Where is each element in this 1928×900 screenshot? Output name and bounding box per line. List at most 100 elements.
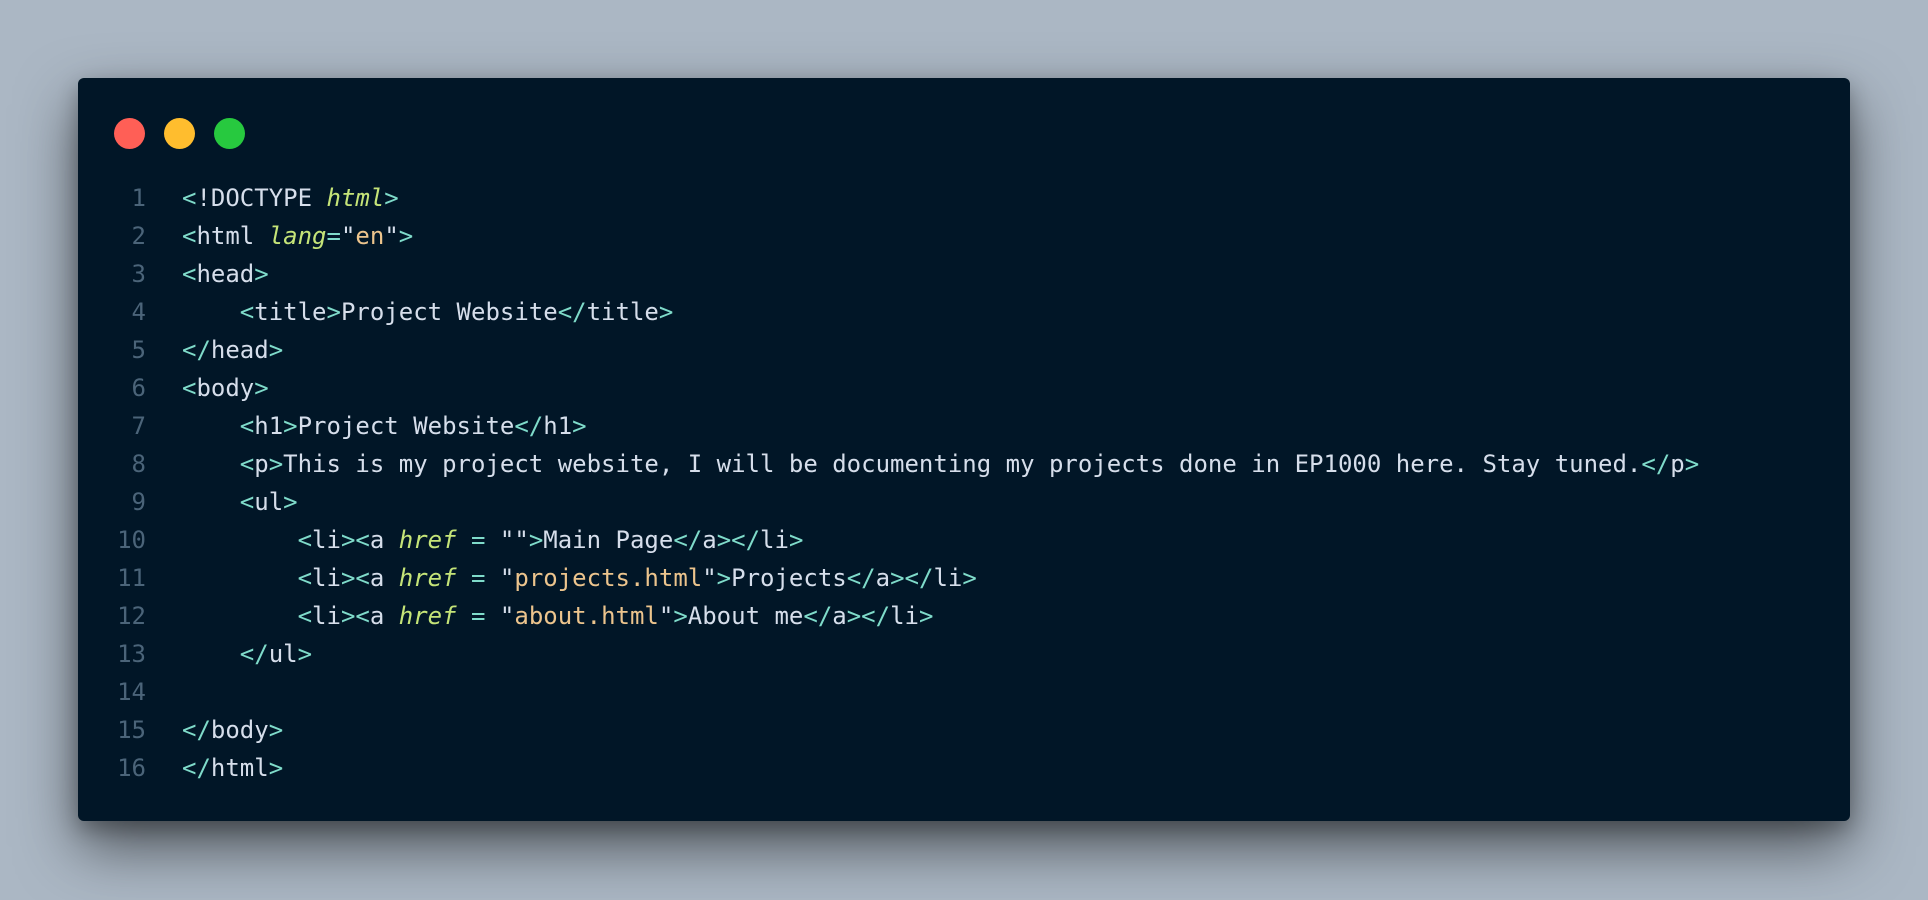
line-source[interactable]: <p>This is my project website, I will be… bbox=[182, 445, 1850, 483]
line-source[interactable]: </html> bbox=[182, 749, 1850, 787]
code-token: html bbox=[196, 222, 269, 250]
code-token: " bbox=[499, 564, 515, 592]
code-token: > bbox=[268, 336, 284, 364]
code-line: 3 <head> bbox=[78, 255, 1850, 293]
code-token: a bbox=[369, 526, 399, 554]
code-token: > bbox=[384, 184, 399, 212]
code-token: > bbox=[326, 298, 341, 326]
code-line: 12 <li><a href = "about.html">About me</… bbox=[78, 597, 1850, 635]
line-number: 5 bbox=[131, 336, 146, 364]
code-token: > bbox=[572, 412, 587, 440]
line-source[interactable]: </head> bbox=[182, 331, 1850, 369]
code-token: head bbox=[196, 260, 255, 288]
code-token: !DOCTYPE bbox=[196, 184, 327, 212]
window-controls bbox=[114, 118, 245, 150]
line-source[interactable]: <li><a href = "">Main Page</a></li> bbox=[182, 521, 1850, 559]
line-number: 12 bbox=[117, 602, 146, 630]
line-source[interactable]: </body> bbox=[182, 711, 1850, 749]
code-token: < bbox=[297, 526, 313, 554]
code-token: ul bbox=[268, 640, 298, 668]
code-token: < bbox=[239, 412, 255, 440]
code-token: html bbox=[210, 754, 269, 782]
code-token: = bbox=[326, 222, 341, 250]
line-source[interactable]: <li><a href = "projects.html">Projects</… bbox=[182, 559, 1850, 597]
line-number: 16 bbox=[117, 754, 146, 782]
line-source[interactable] bbox=[182, 673, 1850, 711]
code-token: < bbox=[239, 298, 255, 326]
code-token: >< bbox=[340, 526, 370, 554]
code-line: 6 <body> bbox=[78, 369, 1850, 407]
code-token: en bbox=[355, 222, 385, 250]
code-token: </ bbox=[803, 602, 833, 630]
line-number: 8 bbox=[131, 450, 146, 478]
code-line: 11 <li><a href = "projects.html">Project… bbox=[78, 559, 1850, 597]
code-token: li bbox=[312, 564, 341, 592]
code-line: 2 <html lang="en"> bbox=[78, 217, 1850, 255]
code-token: p bbox=[1670, 450, 1685, 478]
code-token: href bbox=[398, 564, 457, 592]
code-token: h1 bbox=[254, 412, 284, 440]
code-token: href bbox=[398, 526, 457, 554]
code-token: < bbox=[297, 564, 313, 592]
code-token: " bbox=[384, 222, 399, 250]
code-token: >< bbox=[340, 602, 370, 630]
line-number: 11 bbox=[117, 564, 146, 592]
line-source[interactable]: <html lang="en"> bbox=[182, 217, 1850, 255]
line-number: 9 bbox=[131, 488, 146, 516]
code-token: < bbox=[239, 450, 255, 478]
code-token: "" bbox=[499, 526, 529, 554]
code-token: > bbox=[788, 526, 804, 554]
line-source[interactable]: <li><a href = "about.html">About me</a><… bbox=[182, 597, 1850, 635]
code-line: 15 </body> bbox=[78, 711, 1850, 749]
code-line: 5 </head> bbox=[78, 331, 1850, 369]
code-token: About me bbox=[687, 602, 804, 630]
code-token: < bbox=[182, 184, 197, 212]
code-token: Main Page bbox=[543, 526, 674, 554]
minimize-button[interactable] bbox=[164, 118, 195, 149]
code-line: 9 <ul> bbox=[78, 483, 1850, 521]
line-source[interactable]: <h1>Project Website</h1> bbox=[182, 407, 1850, 445]
code-token: a bbox=[702, 526, 717, 554]
code-token: h1 bbox=[543, 412, 573, 440]
code-token: body bbox=[196, 374, 255, 402]
line-number: 7 bbox=[131, 412, 146, 440]
code-token: < bbox=[182, 222, 197, 250]
code-line: 1 <!DOCTYPE html> bbox=[78, 179, 1850, 217]
code-token: a bbox=[875, 564, 891, 592]
code-token: = bbox=[456, 526, 500, 554]
code-line: 4 <title>Project Website</title> bbox=[78, 293, 1850, 331]
code-token: > bbox=[283, 488, 298, 516]
code-token: < bbox=[297, 602, 313, 630]
line-number: 15 bbox=[117, 716, 146, 744]
code-line: 16 </html> bbox=[78, 749, 1850, 787]
line-source[interactable]: <ul> bbox=[182, 483, 1850, 521]
code-token: Project Website bbox=[297, 412, 515, 440]
line-number: 6 bbox=[131, 374, 146, 402]
close-button[interactable] bbox=[114, 118, 145, 149]
code-token: > bbox=[297, 640, 313, 668]
code-token: > bbox=[716, 564, 732, 592]
line-source[interactable]: <body> bbox=[182, 369, 1850, 407]
code-token: > bbox=[528, 526, 544, 554]
code-token: a bbox=[369, 564, 399, 592]
code-token: about.html bbox=[514, 602, 659, 630]
code-token: </ bbox=[182, 754, 211, 782]
line-source[interactable]: <!DOCTYPE html> bbox=[182, 179, 1850, 217]
line-source[interactable]: </ul> bbox=[182, 635, 1850, 673]
code-token: title bbox=[254, 298, 327, 326]
code-token: " bbox=[499, 602, 515, 630]
code-token: > bbox=[254, 374, 269, 402]
code-line: 13 </ul> bbox=[78, 635, 1850, 673]
line-source[interactable]: <title>Project Website</title> bbox=[182, 293, 1850, 331]
code-block: 1 <!DOCTYPE html> 2 <html lang="en"> 3 <head>… bbox=[78, 179, 1850, 787]
line-source[interactable]: <head> bbox=[182, 255, 1850, 293]
line-number: 14 bbox=[117, 678, 146, 706]
code-token: li bbox=[312, 602, 341, 630]
code-token: href bbox=[398, 602, 457, 630]
code-token: Project Website bbox=[340, 298, 558, 326]
maximize-button[interactable] bbox=[214, 118, 245, 149]
code-token: p bbox=[254, 450, 269, 478]
line-number: 13 bbox=[117, 640, 146, 668]
